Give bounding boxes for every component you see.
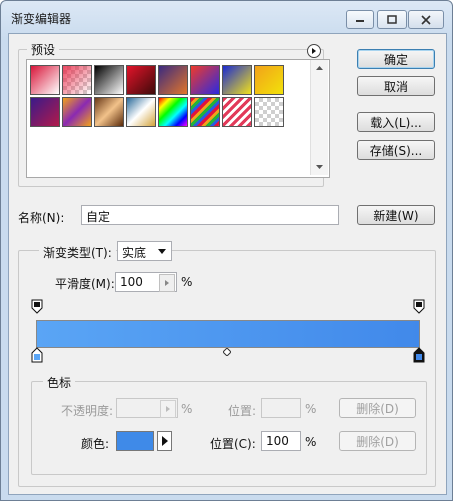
gradient-type-value: 实底: [122, 246, 147, 260]
load-button[interactable]: 载入(L)...: [357, 112, 435, 132]
close-button[interactable]: [408, 10, 444, 29]
cancel-button[interactable]: 取消: [357, 76, 435, 96]
preset-swatch[interactable]: [222, 97, 252, 127]
scroll-down-icon[interactable]: [311, 161, 328, 173]
stop-color-swatch[interactable]: [116, 431, 154, 451]
gradient-editor-window: 渐变编辑器 预设 确定 取消 载入(L)... 存储(S)... 名称(N): …: [0, 0, 453, 501]
stop-color-menu-button[interactable]: [157, 431, 172, 451]
presets-label: 预设: [27, 41, 60, 58]
preset-swatch[interactable]: [254, 65, 284, 95]
name-input[interactable]: 自定: [81, 205, 339, 225]
stops-label: 色标: [43, 374, 76, 391]
opacity-stop-right[interactable]: [413, 299, 425, 314]
gradient-type-select[interactable]: 实底: [117, 241, 172, 261]
preset-swatch[interactable]: [222, 65, 252, 95]
smoothness-value: 100: [120, 275, 143, 289]
location-label: 位置(C):: [210, 437, 256, 451]
smoothness-unit: %: [181, 275, 193, 289]
scroll-up-icon[interactable]: [311, 62, 328, 74]
smoothness-dropdown[interactable]: [159, 274, 175, 292]
play-arrow-icon: [166, 406, 170, 412]
location-unit: %: [305, 435, 317, 449]
preset-scrollbar[interactable]: [310, 60, 328, 175]
minimize-icon: [356, 19, 364, 22]
opacity-location-input[interactable]: [261, 398, 301, 418]
opacity-dropdown[interactable]: [160, 400, 176, 418]
preset-swatches: [30, 65, 286, 129]
opacity-location-label: 位置:: [228, 404, 257, 418]
close-icon: [421, 14, 431, 25]
ok-button[interactable]: 确定: [357, 49, 435, 69]
chevron-down-icon: [158, 249, 166, 254]
preset-swatch[interactable]: [254, 97, 284, 127]
window-title: 渐变编辑器: [11, 12, 72, 26]
opacity-location-unit: %: [305, 402, 317, 416]
smoothness-input[interactable]: 100: [115, 272, 177, 292]
opacity-label: 不透明度:: [61, 404, 114, 418]
minimize-button[interactable]: [346, 10, 374, 29]
maximize-button[interactable]: [377, 10, 407, 29]
maximize-icon: [387, 15, 397, 24]
preset-swatch[interactable]: [190, 65, 220, 95]
delete-color-stop-button[interactable]: 删除(D): [339, 431, 416, 451]
smoothness-label: 平滑度(M):: [55, 277, 115, 291]
opacity-unit: %: [181, 402, 193, 416]
delete-opacity-stop-button[interactable]: 删除(D): [339, 398, 416, 418]
play-arrow-icon: [312, 48, 316, 54]
name-label: 名称(N):: [18, 211, 65, 225]
opacity-input[interactable]: [116, 398, 178, 418]
preset-swatch[interactable]: [94, 97, 124, 127]
preset-swatch[interactable]: [126, 65, 156, 95]
new-button[interactable]: 新建(W): [357, 205, 435, 225]
preset-list: [26, 59, 330, 178]
preset-swatch[interactable]: [30, 65, 60, 95]
stops-group: [31, 381, 427, 475]
preset-swatch[interactable]: [126, 97, 156, 127]
preset-swatch[interactable]: [94, 65, 124, 95]
preset-swatch[interactable]: [30, 97, 60, 127]
gradient-bar[interactable]: [36, 320, 420, 348]
save-button[interactable]: 存储(S)...: [357, 140, 435, 160]
location-input[interactable]: 100: [261, 431, 301, 451]
color-label: 颜色:: [81, 437, 110, 451]
presets-menu-button[interactable]: [307, 44, 321, 58]
title-bar[interactable]: 渐变编辑器: [1, 1, 452, 33]
preset-swatch[interactable]: [190, 97, 220, 127]
preset-swatch[interactable]: [62, 65, 92, 95]
gradient-type-label: 渐变类型(T):: [39, 244, 116, 261]
preset-swatch[interactable]: [158, 97, 188, 127]
play-arrow-icon: [162, 436, 168, 446]
dialog-client: 预设 确定 取消 载入(L)... 存储(S)... 名称(N): 自定 新建(…: [8, 33, 447, 495]
play-arrow-icon: [165, 280, 169, 286]
color-stop-left[interactable]: [31, 347, 43, 363]
preset-swatch[interactable]: [158, 65, 188, 95]
midpoint-diamond[interactable]: [223, 348, 231, 356]
preset-swatch[interactable]: [62, 97, 92, 127]
color-stop-right[interactable]: [413, 347, 425, 363]
opacity-stop-left[interactable]: [31, 299, 43, 314]
